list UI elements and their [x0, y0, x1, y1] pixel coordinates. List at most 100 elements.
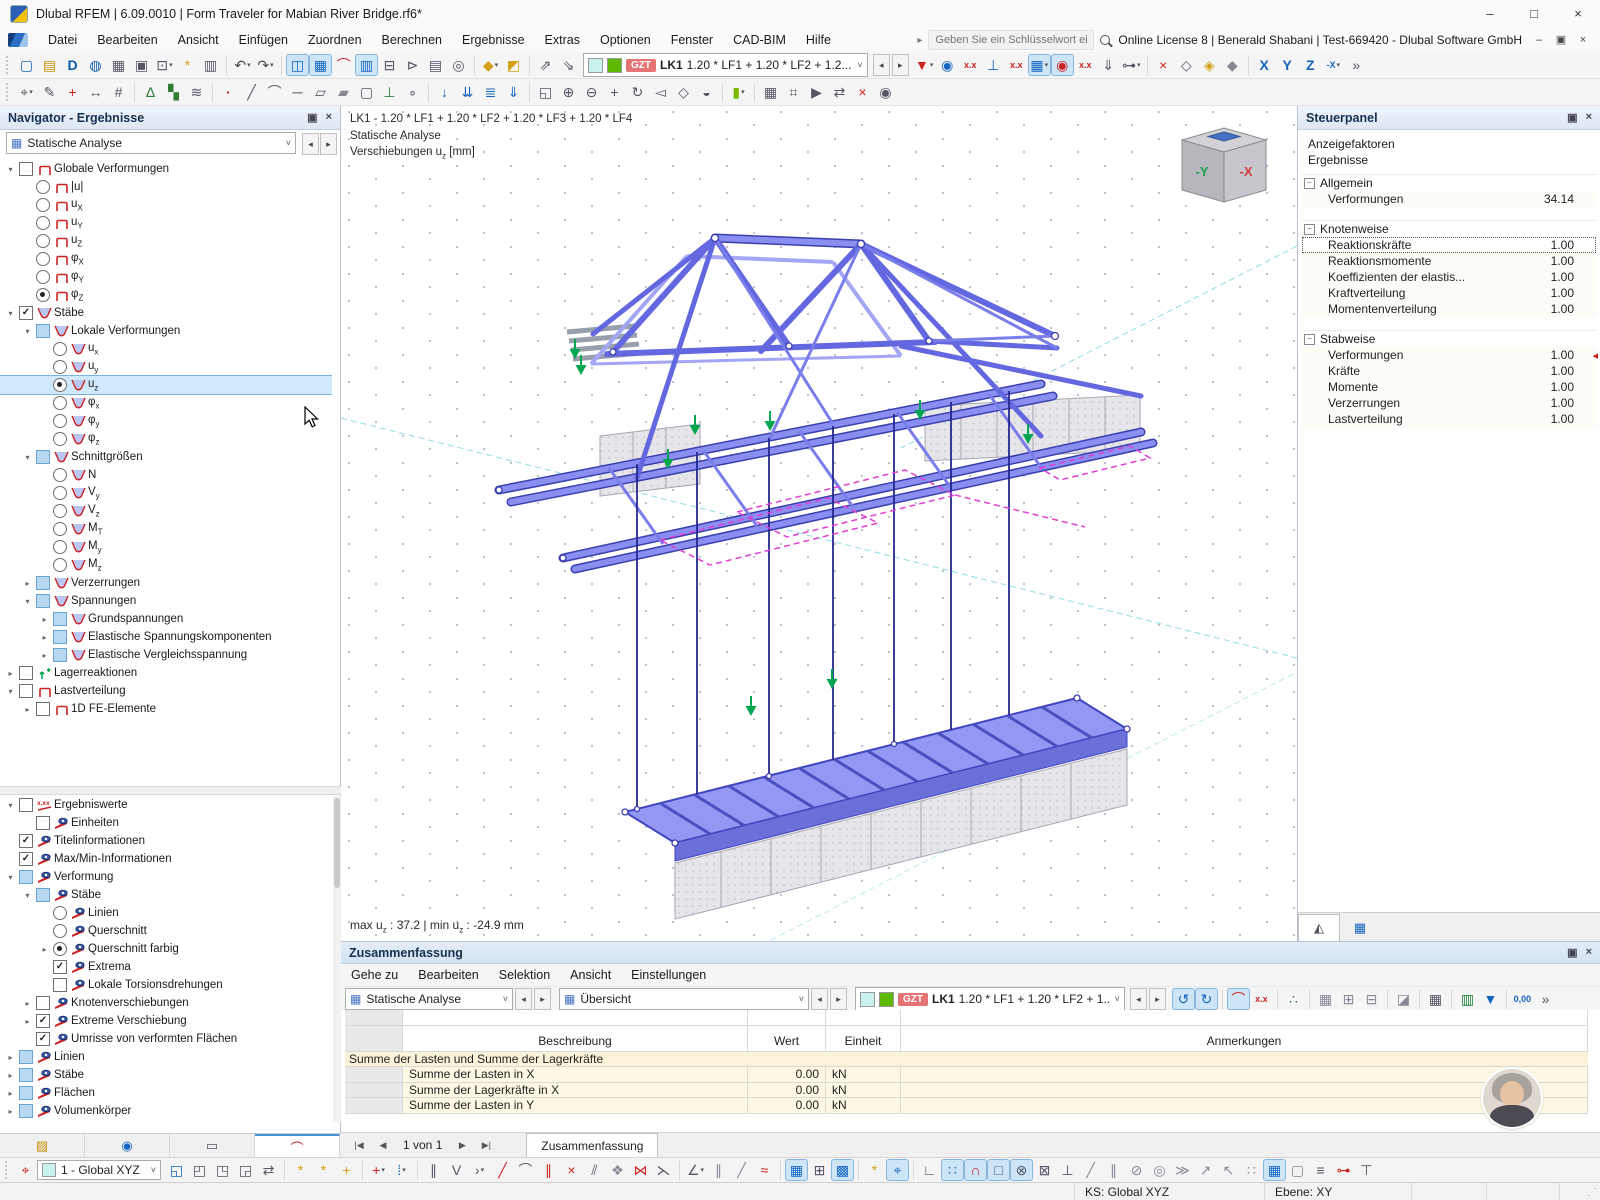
tree-item-stäbe[interactable]: ▾ ✓ Stäbe — [0, 304, 332, 322]
3d-scene[interactable]: -Y -X — [341, 106, 1297, 941]
menu-datei[interactable]: Datei — [38, 28, 87, 52]
jump-to-graphic-button[interactable]: ↺ — [1171, 988, 1195, 1010]
factor-row-verformungen[interactable]: Verformungen 1.00 ◂ — [1302, 347, 1598, 363]
tree-expander-icon[interactable]: ▾ — [4, 801, 17, 810]
radio-off[interactable] — [53, 432, 67, 446]
radio-off[interactable] — [36, 216, 50, 230]
radio-off[interactable] — [36, 180, 50, 194]
new-solid-button[interactable]: ▰ — [332, 81, 355, 103]
table-add-button[interactable]: ⊞ — [1337, 988, 1360, 1010]
tree-item-spannungen[interactable]: ▾ Spannungen — [0, 592, 332, 610]
arrange-button[interactable]: ≋ — [185, 81, 208, 103]
new-guideline-button[interactable]: * — [289, 1159, 312, 1181]
visibility-cube-button[interactable]: ◇ — [1175, 54, 1198, 76]
view-next-button[interactable]: ▸ — [830, 988, 847, 1010]
new-surface-button[interactable]: ▱ — [309, 81, 332, 103]
print-result-button[interactable]: ⇓ — [1097, 54, 1120, 76]
copy-entry-button[interactable]: ▥ — [199, 54, 222, 76]
toolbar-grip[interactable] — [6, 56, 11, 74]
pan-button[interactable]: + — [603, 81, 626, 103]
result-values-button[interactable]: x.x — [1250, 988, 1273, 1010]
reaction-values-button[interactable]: x.x — [1005, 54, 1028, 76]
menu-overflow-icon[interactable]: ▸ — [917, 35, 922, 46]
coordinate-system-icon[interactable]: ⌖ — [14, 1159, 37, 1181]
display-navigator-toggle[interactable]: ▥ — [355, 54, 378, 76]
grid-snap-toggle[interactable]: ▦ — [785, 1159, 808, 1181]
case-prev-button[interactable]: ◂ — [1129, 988, 1147, 1010]
grid-full-toggle[interactable]: ▦ — [1263, 1159, 1286, 1181]
radio-off[interactable] — [53, 360, 67, 374]
collapse-icon[interactable]: − — [1304, 223, 1315, 235]
result-display-button[interactable]: ⌒ — [1226, 988, 1250, 1010]
next-page-button[interactable]: ▶ — [450, 1140, 474, 1151]
factor-value[interactable]: 34.14 — [1516, 192, 1574, 206]
checkbox-on[interactable]: ✓ — [19, 852, 33, 866]
new-support-button[interactable]: ⊥ — [378, 81, 401, 103]
radio-on[interactable] — [53, 942, 67, 956]
clipping-box-button[interactable]: ◩ — [502, 54, 525, 76]
zoom-in-button[interactable]: ⊕ — [557, 81, 580, 103]
mirror-button[interactable]: ⇄ — [828, 81, 851, 103]
checkbox-off[interactable] — [19, 162, 33, 176]
collapse-icon[interactable]: − — [1304, 177, 1315, 189]
factor-value[interactable]: 1.00 — [1516, 302, 1574, 316]
parallel-tool-button[interactable]: ∥ — [1102, 1159, 1125, 1181]
collapse-icon[interactable]: − — [1304, 333, 1315, 345]
radio-on[interactable] — [36, 288, 50, 302]
nav-next-button[interactable]: ▸ — [320, 133, 337, 155]
menu-berechnen[interactable]: Berechnen — [372, 28, 452, 52]
ortho-toggle[interactable]: □ — [987, 1159, 1010, 1181]
tree-item-|u|[interactable]: |u| — [0, 178, 332, 196]
tree-item-m-z[interactable]: Mz — [0, 556, 332, 574]
axis-x-button[interactable]: X — [1253, 54, 1276, 76]
checkbox-partial[interactable] — [36, 576, 50, 590]
tree-item-u-y[interactable]: uy — [0, 358, 332, 376]
tree-expander-icon[interactable]: ▸ — [4, 669, 17, 678]
tree-item-v-z[interactable]: Vz — [0, 502, 332, 520]
keyword-search-input[interactable] — [928, 30, 1095, 50]
dots-button[interactable]: ∷ — [1240, 1159, 1263, 1181]
tree-scrollbar[interactable] — [333, 796, 341, 1122]
tab-panel-options[interactable]: ▦ — [1340, 915, 1380, 941]
radio-off[interactable] — [53, 924, 67, 938]
new-star-button[interactable]: * — [863, 1159, 886, 1181]
previous-load-case-button[interactable]: ◂ — [872, 54, 890, 76]
factor-row-verzerrungen[interactable]: Verzerrungen 1.00 — [1302, 395, 1596, 411]
dim-angle-button[interactable]: ∠ ▾ — [684, 1159, 707, 1181]
tree-item-titelinformationen[interactable]: ✓ Titelinformationen — [0, 832, 332, 850]
tree-item--y[interactable]: φY — [0, 268, 332, 286]
checkbox-on[interactable]: ✓ — [19, 834, 33, 848]
tree-item-u-y[interactable]: uY — [0, 214, 332, 232]
tree-expander-icon[interactable]: ▸ — [38, 615, 51, 624]
checkbox-off[interactable] — [36, 702, 50, 716]
select-special-button[interactable]: ⌖ ▾ — [15, 81, 38, 103]
tree-item-flächen[interactable]: ▸ Flächen — [0, 1084, 332, 1102]
tree-item-u-z[interactable]: uz — [0, 375, 332, 395]
radio-off[interactable] — [53, 342, 67, 356]
factor-value[interactable]: 1.00 — [1516, 412, 1574, 426]
zoom-out-button[interactable]: ⊖ — [580, 81, 603, 103]
work-plane-yz-button[interactable]: ◰ — [188, 1159, 211, 1181]
plane-through-points-button[interactable]: ◲ — [234, 1159, 257, 1181]
summary-menu-gehe-zu[interactable]: Gehe zu — [341, 963, 408, 987]
table-manager-button[interactable]: ▤ — [424, 54, 447, 76]
filter-rows-button[interactable]: ◪ — [1392, 988, 1415, 1010]
tree-item-u-x[interactable]: uX — [0, 196, 332, 214]
diameter-snap-button[interactable]: ⊘ — [1125, 1159, 1148, 1181]
factor-value[interactable]: 1.00 — [1516, 254, 1574, 268]
new-line-button[interactable]: ╱ — [240, 81, 263, 103]
tree-expander-icon[interactable]: ▾ — [4, 165, 17, 174]
maximize-button[interactable]: □ — [1512, 0, 1556, 28]
factor-row-reaktionsmomente[interactable]: Reaktionsmomente 1.00 — [1302, 253, 1596, 269]
open-model-button[interactable]: ▤ — [38, 54, 61, 76]
zoom-window-button[interactable]: ◱ — [534, 81, 557, 103]
float-panel-icon[interactable]: ▣ — [307, 111, 317, 124]
new-arc-button[interactable]: ⌒ — [263, 81, 286, 103]
axis-z-button[interactable]: Z — [1299, 54, 1322, 76]
dlubal-online-button[interactable]: ◍ — [84, 54, 107, 76]
navigation-cube[interactable]: -Y -X — [1180, 127, 1268, 203]
tree-item-elastische-vergleichsspannung[interactable]: ▸ Elastische Vergleichsspannung — [0, 646, 332, 664]
new-table-entry-button[interactable]: * — [176, 54, 199, 76]
menu-ergebnisse[interactable]: Ergebnisse — [452, 28, 535, 52]
checkbox-partial[interactable] — [19, 870, 33, 884]
